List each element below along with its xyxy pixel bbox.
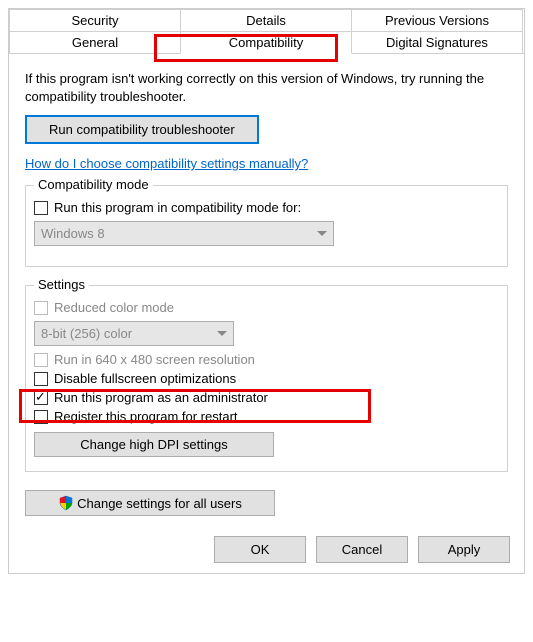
color-depth-combobox[interactable]: 8-bit (256) color xyxy=(34,321,234,346)
settings-group: Settings Reduced color mode 8-bit (256) … xyxy=(25,285,508,472)
apply-button[interactable]: Apply xyxy=(418,536,510,563)
register-restart-checkbox[interactable] xyxy=(34,410,48,424)
manual-settings-link[interactable]: How do I choose compatibility settings m… xyxy=(25,156,308,171)
cancel-button[interactable]: Cancel xyxy=(316,536,408,563)
group-label: Compatibility mode xyxy=(34,177,153,192)
reduced-color-label: Reduced color mode xyxy=(54,300,174,315)
tab-content: If this program isn't working correctly … xyxy=(9,53,524,526)
shield-icon xyxy=(58,495,74,511)
tab-compatibility[interactable]: Compatibility xyxy=(180,31,352,54)
reduced-color-checkbox[interactable] xyxy=(34,301,48,315)
disable-fullscreen-checkbox[interactable] xyxy=(34,372,48,386)
change-all-users-button[interactable]: Change settings for all users xyxy=(25,490,275,516)
compatibility-mode-group: Compatibility mode Run this program in c… xyxy=(25,185,508,267)
compat-mode-checkbox[interactable] xyxy=(34,201,48,215)
register-restart-label: Register this program for restart xyxy=(54,409,238,424)
change-dpi-button[interactable]: Change high DPI settings xyxy=(34,432,274,457)
properties-dialog: Security Details Previous Versions Gener… xyxy=(8,8,525,574)
run-troubleshooter-button[interactable]: Run compatibility troubleshooter xyxy=(25,115,259,144)
chevron-down-icon xyxy=(317,231,327,236)
compat-os-value: Windows 8 xyxy=(41,226,105,241)
run-640-checkbox[interactable] xyxy=(34,353,48,367)
tab-security[interactable]: Security xyxy=(9,9,181,32)
tab-strip: Security Details Previous Versions Gener… xyxy=(9,9,524,53)
run-as-admin-label: Run this program as an administrator xyxy=(54,390,268,405)
tab-general[interactable]: General xyxy=(9,31,181,54)
change-all-users-label: Change settings for all users xyxy=(77,496,242,511)
disable-fullscreen-label: Disable fullscreen optimizations xyxy=(54,371,236,386)
run-as-admin-checkbox[interactable] xyxy=(34,391,48,405)
chevron-down-icon xyxy=(217,331,227,336)
tab-digital-signatures[interactable]: Digital Signatures xyxy=(351,31,523,54)
ok-button[interactable]: OK xyxy=(214,536,306,563)
color-depth-value: 8-bit (256) color xyxy=(41,326,132,341)
compat-mode-label: Run this program in compatibility mode f… xyxy=(54,200,301,215)
run-640-label: Run in 640 x 480 screen resolution xyxy=(54,352,255,367)
intro-text: If this program isn't working correctly … xyxy=(25,70,508,105)
dialog-footer: OK Cancel Apply xyxy=(9,526,524,573)
tab-previous-versions[interactable]: Previous Versions xyxy=(351,9,523,32)
tab-details[interactable]: Details xyxy=(180,9,352,32)
group-label: Settings xyxy=(34,277,89,292)
compat-os-combobox[interactable]: Windows 8 xyxy=(34,221,334,246)
